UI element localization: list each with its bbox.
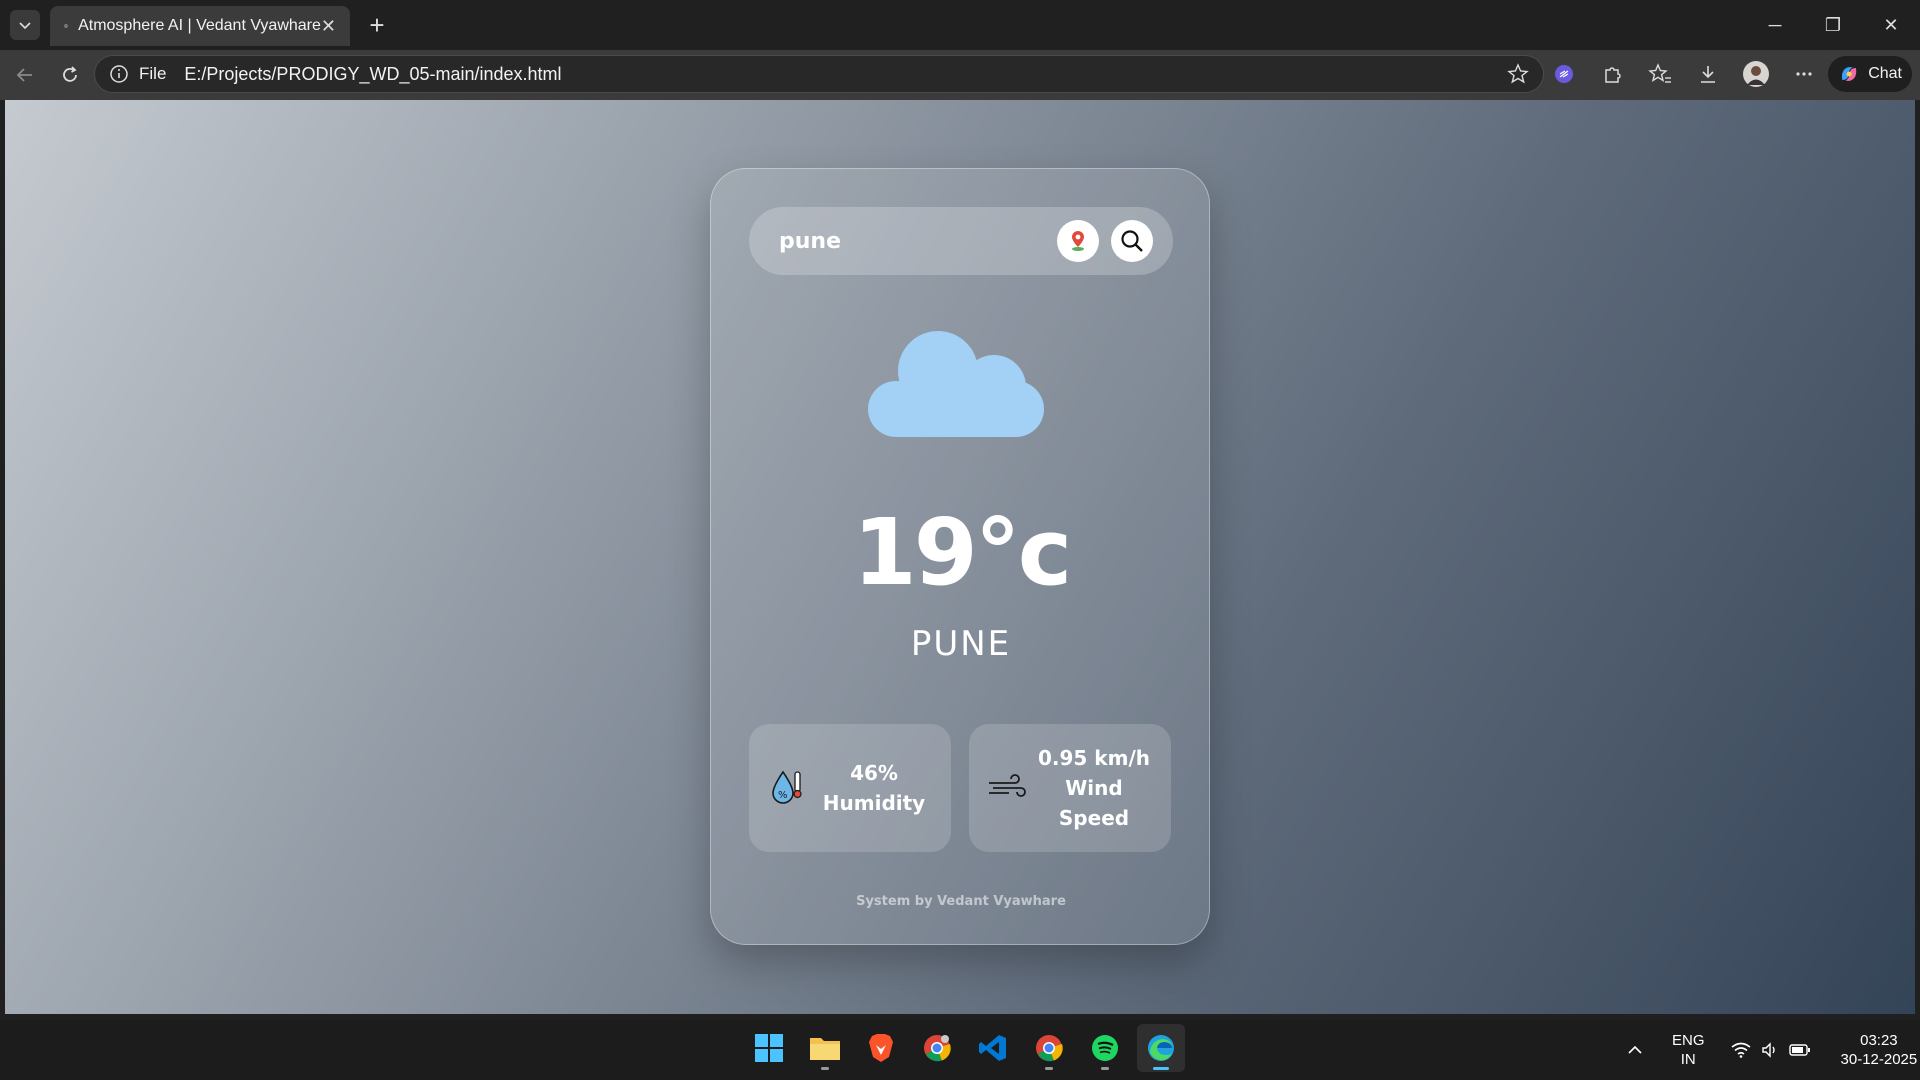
city-name: PUNE bbox=[910, 624, 1012, 664]
tab-title: Atmosphere AI | Vedant Vyawhare bbox=[78, 17, 321, 34]
globe-icon bbox=[64, 24, 68, 28]
cloud-weather-icon bbox=[868, 331, 1044, 437]
vscode-icon bbox=[979, 1035, 1006, 1061]
show-hidden-icons-button[interactable] bbox=[1620, 1044, 1650, 1056]
extension-button[interactable] bbox=[1550, 60, 1578, 88]
city-search-input[interactable] bbox=[779, 221, 1039, 261]
wind-value: 0.95 km/h bbox=[1038, 746, 1150, 770]
tab-actions-menu-button[interactable] bbox=[10, 10, 40, 40]
brave-lion-icon bbox=[869, 1034, 893, 1062]
edge-button[interactable] bbox=[1137, 1024, 1185, 1072]
svg-text:%: % bbox=[778, 790, 788, 801]
active-indicator bbox=[1153, 1067, 1169, 1070]
spotify-button[interactable] bbox=[1081, 1024, 1129, 1072]
weather-card: 19°c PUNE % 46% Humidity 0.95 km/h Wind … bbox=[710, 168, 1210, 945]
search-button[interactable] bbox=[1111, 220, 1153, 262]
minimize-button[interactable]: ─ bbox=[1746, 0, 1804, 50]
restore-button[interactable]: ❐ bbox=[1804, 0, 1862, 50]
windows-logo-icon bbox=[755, 1034, 783, 1062]
humidity-label: Humidity bbox=[822, 791, 926, 815]
wind-label-line1: Wind bbox=[1065, 776, 1123, 800]
language-code: ENG bbox=[1672, 1032, 1705, 1049]
volume-icon bbox=[1761, 1042, 1775, 1058]
language-indicator[interactable]: ENG IN bbox=[1672, 1031, 1705, 1069]
humidity-icon: % bbox=[767, 768, 807, 808]
chrome-profile-button[interactable] bbox=[913, 1024, 961, 1072]
new-tab-button[interactable]: + bbox=[362, 10, 392, 40]
wind-icon bbox=[987, 768, 1027, 808]
chat-label: Chat bbox=[1868, 65, 1902, 82]
location-pin-icon bbox=[1072, 231, 1084, 251]
download-icon bbox=[1701, 66, 1715, 83]
chevron-up-icon bbox=[1628, 1045, 1642, 1054]
wind-text: 0.95 km/h Wind Speed bbox=[1027, 743, 1171, 833]
page-viewport: 19°c PUNE % 46% Humidity 0.95 km/h Wind … bbox=[5, 100, 1915, 1014]
folder-icon bbox=[810, 1038, 840, 1060]
quick-settings-button[interactable] bbox=[1731, 1042, 1811, 1058]
address-scheme-label: File bbox=[139, 64, 167, 83]
wind-label-line2: Speed bbox=[1058, 806, 1130, 830]
chrome-icon bbox=[924, 1035, 951, 1062]
location-button[interactable] bbox=[1057, 220, 1099, 262]
clock-time: 03:23 bbox=[1860, 1032, 1898, 1049]
battery-icon bbox=[1788, 1044, 1810, 1056]
vscode-button[interactable] bbox=[969, 1024, 1017, 1072]
address-bar[interactable]: File E:/Projects/PRODIGY_WD_05-main/inde… bbox=[94, 55, 1544, 93]
copilot-chat-button[interactable]: Chat bbox=[1828, 56, 1912, 92]
reload-icon bbox=[63, 66, 77, 82]
running-indicator bbox=[1101, 1067, 1109, 1070]
browser-titlebar: Atmosphere AI | Vedant Vyawhare ✕ + ─ ❐ … bbox=[0, 0, 1920, 50]
info-icon[interactable] bbox=[109, 64, 129, 84]
profile-button[interactable] bbox=[1742, 60, 1770, 88]
downloads-button[interactable] bbox=[1694, 60, 1722, 88]
address-url[interactable]: E:/Projects/PRODIGY_WD_05-main/index.htm… bbox=[184, 64, 1507, 85]
toolbar-icons bbox=[1550, 55, 1818, 93]
system-tray: ENG IN 03:23 30-12-2025 bbox=[1620, 1020, 1917, 1080]
arrow-left-icon bbox=[16, 68, 32, 82]
clock-date: 30-12-2025 bbox=[1840, 1051, 1918, 1068]
humidity-text: 46% Humidity bbox=[807, 758, 951, 818]
window-controls: ─ ❐ ✕ bbox=[1746, 0, 1920, 50]
close-window-button[interactable]: ✕ bbox=[1862, 0, 1920, 50]
more-options-button[interactable] bbox=[1790, 60, 1818, 88]
copilot-icon bbox=[1841, 67, 1857, 81]
running-indicator bbox=[821, 1067, 829, 1070]
more-horizontal-icon bbox=[1796, 72, 1812, 76]
file-explorer-button[interactable] bbox=[801, 1024, 849, 1072]
avatar-icon bbox=[1743, 61, 1769, 87]
back-button[interactable] bbox=[10, 60, 40, 90]
region-code: IN bbox=[1680, 1051, 1696, 1068]
search-icon bbox=[1121, 230, 1143, 252]
extension-badge-icon bbox=[1555, 65, 1573, 83]
taskbar-apps bbox=[745, 1024, 1185, 1076]
brave-browser-button[interactable] bbox=[857, 1024, 905, 1072]
credit-footer: System by Vedant Vyawhare bbox=[856, 894, 1066, 909]
humidity-value: 46% bbox=[850, 761, 898, 785]
reload-button[interactable] bbox=[55, 60, 85, 90]
star-icon[interactable] bbox=[1507, 63, 1529, 85]
humidity-panel: % 46% Humidity bbox=[749, 724, 951, 852]
close-tab-icon[interactable]: ✕ bbox=[321, 16, 336, 37]
search-box bbox=[749, 207, 1173, 275]
spotify-icon bbox=[1092, 1035, 1118, 1061]
puzzle-icon bbox=[1605, 67, 1621, 83]
chrome-button[interactable] bbox=[1025, 1024, 1073, 1072]
favorites-button[interactable] bbox=[1646, 60, 1674, 88]
browser-tab-active[interactable]: Atmosphere AI | Vedant Vyawhare ✕ bbox=[50, 6, 350, 46]
favorites-icon bbox=[1648, 63, 1671, 83]
edge-icon bbox=[1148, 1035, 1174, 1061]
wind-panel: 0.95 km/h Wind Speed bbox=[969, 724, 1171, 852]
start-button[interactable] bbox=[745, 1024, 793, 1072]
chevron-down-icon bbox=[19, 22, 31, 30]
wifi-icon bbox=[1731, 1042, 1751, 1058]
temperature-value: 19°c bbox=[852, 499, 1073, 606]
running-indicator bbox=[1045, 1067, 1053, 1070]
extensions-button[interactable] bbox=[1598, 60, 1626, 88]
clock[interactable]: 03:23 30-12-2025 bbox=[1841, 1031, 1918, 1069]
chrome-icon bbox=[1036, 1035, 1063, 1062]
